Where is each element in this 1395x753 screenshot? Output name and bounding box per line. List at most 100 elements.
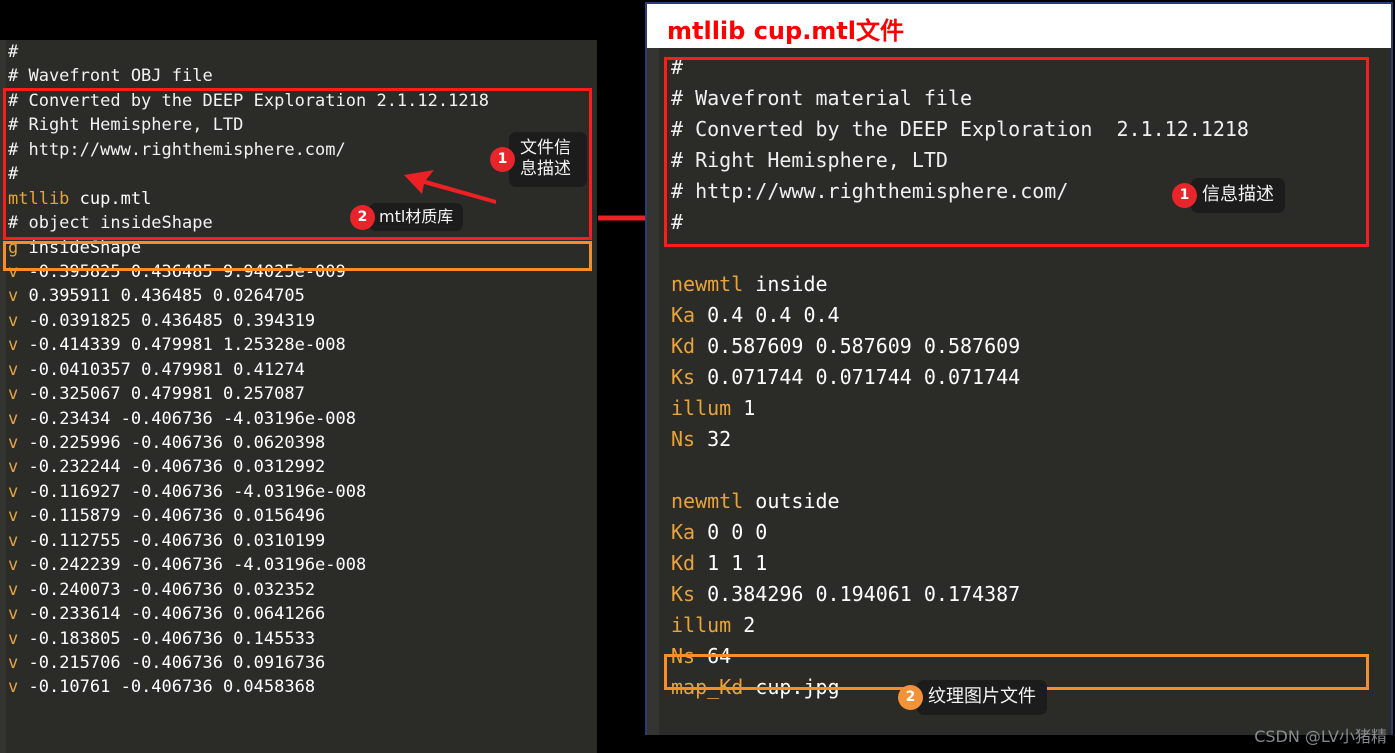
code-line[interactable]: Ka 0.4 0.4 0.4 [671,300,1381,331]
code-line[interactable]: v 0.395911 0.436485 0.0264705 [8,284,594,308]
code-keyword: v [8,286,19,307]
code-line[interactable]: g insideShape [8,236,594,260]
code-line[interactable]: v -0.23434 -0.406736 -4.03196e-008 [8,407,594,431]
code-keyword: v [8,359,19,380]
code-value: -0.116927 -0.406736 -4.03196e-008 [18,481,367,502]
code-keyword: v [8,481,19,502]
code-value: -0.232244 -0.406736 0.0312992 [18,457,326,478]
code-keyword: v [8,408,19,429]
code-keyword: v [8,579,19,600]
code-keyword: Ka [671,520,696,544]
code-value: cup.mtl [69,188,152,209]
mtl-editor-gutter [647,48,659,735]
csdn-watermark: CSDN @LV小猪精 [1254,727,1387,746]
code-value: -0.240073 -0.406736 0.032352 [18,579,316,600]
code-keyword: v [8,530,19,551]
code-line[interactable]: illum 1 [671,393,1381,424]
code-line[interactable]: Ks 0.384296 0.194061 0.174387 [671,579,1381,610]
code-line[interactable]: # object insideShape [8,211,594,235]
code-keyword: v [8,677,19,698]
code-keyword: v [8,628,19,649]
code-line[interactable]: # [671,207,1381,238]
mtl-file-panel[interactable]: mtllib cup.mtl文件 # # Wavefront material f… [645,2,1393,735]
code-value: -0.0410357 0.479981 0.41274 [18,359,305,380]
code-keyword: v [8,457,19,478]
code-value: 0.384296 0.194061 0.174387 [695,582,1021,606]
code-line[interactable]: newmtl outside [671,486,1381,517]
code-line[interactable]: # Right Hemisphere, LTD [671,145,1381,176]
code-value: 0.587609 0.587609 0.587609 [695,334,1021,358]
code-line[interactable]: v -0.233614 -0.406736 0.0641266 [8,602,594,626]
code-line[interactable]: v -0.215706 -0.406736 0.0916736 [8,651,594,675]
code-line[interactable]: Ka 0 0 0 [671,517,1381,548]
code-line[interactable]: newmtl inside [671,269,1381,300]
code-keyword: v [8,506,19,527]
code-value: 0 0 0 [695,520,768,544]
code-line[interactable]: Kd 1 1 1 [671,548,1381,579]
code-keyword: illum [671,396,732,420]
code-line[interactable]: map_Kd cup.jpg [671,672,1381,703]
code-value: -0.0391825 0.436485 0.394319 [18,310,316,331]
code-line[interactable]: mtllib cup.mtl [8,187,594,211]
code-value: -0.395825 0.436485 9.94025e-009 [18,261,346,282]
code-line[interactable]: v -0.395825 0.436485 9.94025e-009 [8,260,594,284]
code-line[interactable]: Ns 64 [671,641,1381,672]
code-keyword: newmtl [671,489,744,513]
code-keyword: v [8,335,19,356]
code-keyword: illum [671,613,732,637]
code-line[interactable]: # [8,162,594,186]
code-line[interactable]: v -0.225996 -0.406736 0.0620398 [8,431,594,455]
code-line[interactable]: # http://www.righthemisphere.com/ [671,176,1381,207]
code-value: 1 1 1 [695,551,768,575]
code-keyword: v [8,604,19,625]
code-value: inside [743,272,828,296]
code-keyword: v [8,310,19,331]
code-line[interactable]: # http://www.righthemisphere.com/ [8,138,594,162]
code-keyword: v [8,555,19,576]
code-line[interactable]: v -0.325067 0.479981 0.257087 [8,382,594,406]
obj-file-panel[interactable]: # # Wavefront OBJ file # Converted by the … [0,40,597,753]
code-keyword: v [8,384,19,405]
page-title: mtllib cup.mtl文件 [667,17,905,45]
code-line[interactable]: v -0.242239 -0.406736 -4.03196e-008 [8,553,594,577]
code-line[interactable]: # Converted by the DEEP Exploration 2.1.… [671,114,1381,145]
code-line[interactable]: Ks 0.071744 0.071744 0.071744 [671,362,1381,393]
code-keyword: Ka [671,303,696,327]
code-line[interactable]: # Right Hemisphere, LTD [8,113,594,137]
obj-code-lines[interactable]: # # Wavefront OBJ file # Converted by the … [8,40,594,700]
code-line[interactable] [671,238,1381,269]
code-line[interactable]: Ns 32 [671,424,1381,455]
code-line[interactable]: v -0.232244 -0.406736 0.0312992 [8,455,594,479]
code-line[interactable]: v -0.116927 -0.406736 -4.03196e-008 [8,480,594,504]
code-line[interactable]: # Wavefront OBJ file [8,64,594,88]
code-value: 64 [695,644,732,668]
code-line[interactable]: Kd 0.587609 0.587609 0.587609 [671,331,1381,362]
code-line[interactable]: v -0.240073 -0.406736 0.032352 [8,578,594,602]
code-line[interactable]: v -0.414339 0.479981 1.25328e-008 [8,333,594,357]
code-keyword: g [8,237,19,258]
mtl-code-lines[interactable]: # # Wavefront material file # Converted by… [671,52,1381,703]
code-line[interactable]: illum 2 [671,610,1381,641]
code-value: -0.10761 -0.406736 0.0458368 [18,677,316,698]
code-keyword: v [8,261,19,282]
code-value: insideShape [18,237,142,258]
mtl-file-body[interactable]: # # Wavefront material file # Converted by… [647,48,1391,735]
code-value: 2 [731,613,756,637]
code-line[interactable]: # Converted by the DEEP Exploration 2.1.… [8,89,594,113]
code-line[interactable]: # [671,52,1381,83]
code-line[interactable]: v -0.115879 -0.406736 0.0156496 [8,504,594,528]
code-line[interactable]: v -0.112755 -0.406736 0.0310199 [8,529,594,553]
code-line[interactable]: # Wavefront material file [671,83,1381,114]
code-line[interactable]: v -0.183805 -0.406736 0.145533 [8,627,594,651]
code-value: -0.112755 -0.406736 0.0310199 [18,530,326,551]
code-line[interactable]: # [8,40,594,64]
editor-gutter [0,40,6,753]
code-value: 0.071744 0.071744 0.071744 [695,365,1021,389]
code-keyword: Ks [671,582,696,606]
code-value: -0.242239 -0.406736 -4.03196e-008 [18,555,367,576]
code-line[interactable]: v -0.0410357 0.479981 0.41274 [8,358,594,382]
code-value: -0.115879 -0.406736 0.0156496 [18,506,326,527]
code-line[interactable] [671,455,1381,486]
code-line[interactable]: v -0.10761 -0.406736 0.0458368 [8,675,594,699]
code-line[interactable]: v -0.0391825 0.436485 0.394319 [8,309,594,333]
